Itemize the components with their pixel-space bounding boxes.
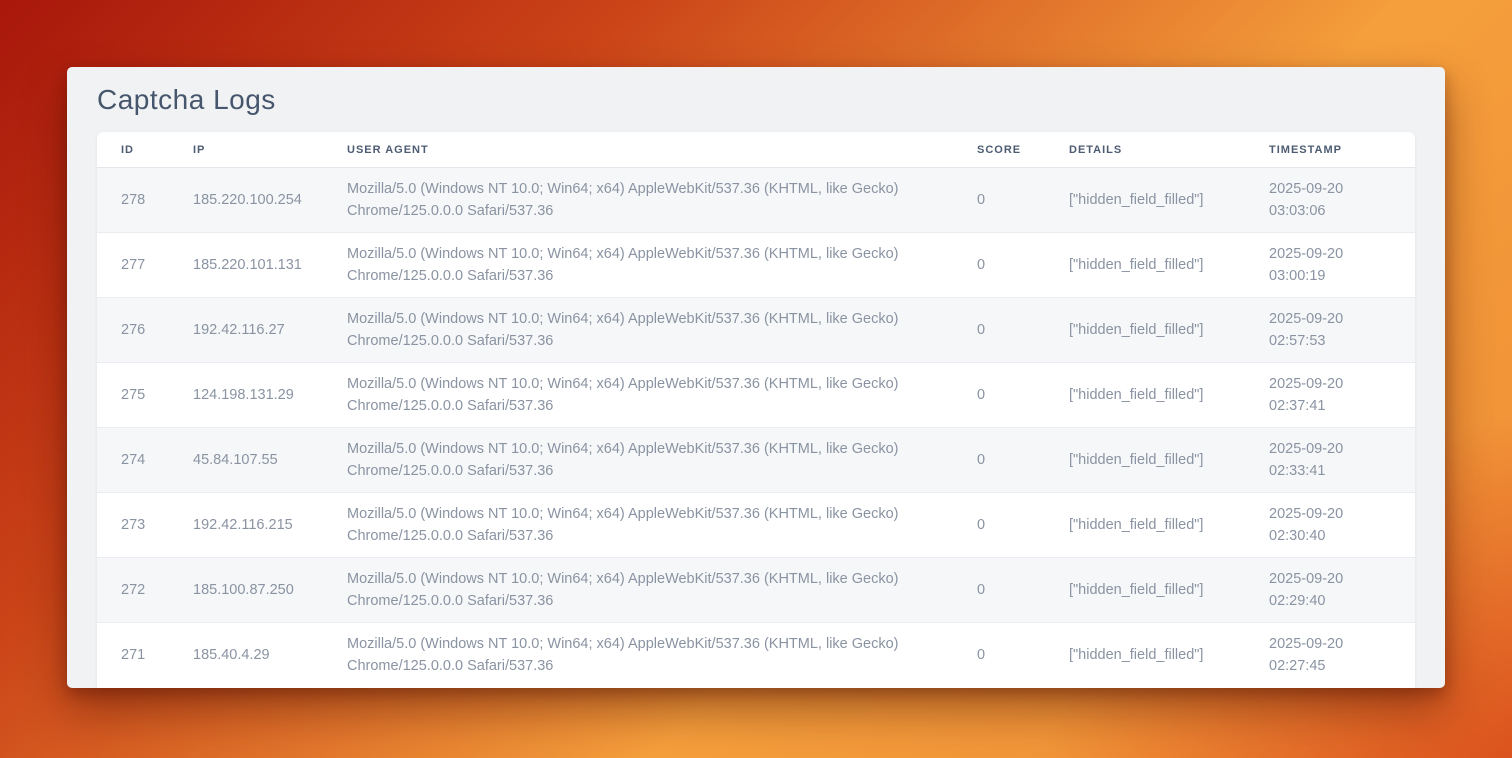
cell-timestamp: 2025-09-20 02:57:53 — [1245, 298, 1415, 363]
table-row: 276 192.42.116.27 Mozilla/5.0 (Windows N… — [97, 298, 1415, 363]
cell-details: ["hidden_field_filled"] — [1045, 623, 1245, 688]
cell-ip: 45.84.107.55 — [169, 428, 323, 493]
cell-timestamp: 2025-09-20 02:33:41 — [1245, 428, 1415, 493]
cell-details: ["hidden_field_filled"] — [1045, 428, 1245, 493]
cell-timestamp: 2025-09-20 02:27:45 — [1245, 623, 1415, 688]
cell-ip: 185.220.100.254 — [169, 168, 323, 233]
cell-details: ["hidden_field_filled"] — [1045, 233, 1245, 298]
cell-user-agent: Mozilla/5.0 (Windows NT 10.0; Win64; x64… — [323, 623, 953, 688]
cell-user-agent: Mozilla/5.0 (Windows NT 10.0; Win64; x64… — [323, 363, 953, 428]
cell-user-agent: Mozilla/5.0 (Windows NT 10.0; Win64; x64… — [323, 298, 953, 363]
cell-details: ["hidden_field_filled"] — [1045, 363, 1245, 428]
table-row: 275 124.198.131.29 Mozilla/5.0 (Windows … — [97, 363, 1415, 428]
cell-id: 275 — [97, 363, 169, 428]
cell-score: 0 — [953, 623, 1045, 688]
captcha-logs-table: ID IP USER AGENT SCORE DETAILS TIMESTAMP… — [97, 132, 1415, 688]
table-header-row: ID IP USER AGENT SCORE DETAILS TIMESTAMP — [97, 132, 1415, 168]
cell-id: 274 — [97, 428, 169, 493]
table-row: 278 185.220.100.254 Mozilla/5.0 (Windows… — [97, 168, 1415, 233]
cell-score: 0 — [953, 168, 1045, 233]
column-header-user-agent: USER AGENT — [323, 132, 953, 168]
table-row: 274 45.84.107.55 Mozilla/5.0 (Windows NT… — [97, 428, 1415, 493]
cell-details: ["hidden_field_filled"] — [1045, 558, 1245, 623]
cell-timestamp: 2025-09-20 02:30:40 — [1245, 493, 1415, 558]
cell-timestamp: 2025-09-20 02:29:40 — [1245, 558, 1415, 623]
cell-user-agent: Mozilla/5.0 (Windows NT 10.0; Win64; x64… — [323, 428, 953, 493]
cell-timestamp: 2025-09-20 03:00:19 — [1245, 233, 1415, 298]
page-title: Captcha Logs — [67, 67, 1445, 116]
table-row: 271 185.40.4.29 Mozilla/5.0 (Windows NT … — [97, 623, 1415, 688]
cell-ip: 192.42.116.215 — [169, 493, 323, 558]
cell-score: 0 — [953, 363, 1045, 428]
column-header-score: SCORE — [953, 132, 1045, 168]
cell-ip: 185.40.4.29 — [169, 623, 323, 688]
column-header-details: DETAILS — [1045, 132, 1245, 168]
cell-id: 278 — [97, 168, 169, 233]
captcha-logs-card: Captcha Logs ID IP USER AGENT SCORE DETA… — [67, 67, 1445, 688]
cell-user-agent: Mozilla/5.0 (Windows NT 10.0; Win64; x64… — [323, 493, 953, 558]
cell-details: ["hidden_field_filled"] — [1045, 168, 1245, 233]
cell-ip: 192.42.116.27 — [169, 298, 323, 363]
cell-timestamp: 2025-09-20 03:03:06 — [1245, 168, 1415, 233]
cell-score: 0 — [953, 233, 1045, 298]
table-row: 273 192.42.116.215 Mozilla/5.0 (Windows … — [97, 493, 1415, 558]
table-row: 277 185.220.101.131 Mozilla/5.0 (Windows… — [97, 233, 1415, 298]
cell-details: ["hidden_field_filled"] — [1045, 493, 1245, 558]
cell-user-agent: Mozilla/5.0 (Windows NT 10.0; Win64; x64… — [323, 168, 953, 233]
column-header-ip: IP — [169, 132, 323, 168]
captcha-logs-table-container: ID IP USER AGENT SCORE DETAILS TIMESTAMP… — [97, 132, 1415, 688]
cell-id: 277 — [97, 233, 169, 298]
column-header-id: ID — [97, 132, 169, 168]
cell-ip: 185.100.87.250 — [169, 558, 323, 623]
cell-ip: 124.198.131.29 — [169, 363, 323, 428]
cell-id: 272 — [97, 558, 169, 623]
cell-user-agent: Mozilla/5.0 (Windows NT 10.0; Win64; x64… — [323, 233, 953, 298]
table-header: ID IP USER AGENT SCORE DETAILS TIMESTAMP — [97, 132, 1415, 168]
table-body: 278 185.220.100.254 Mozilla/5.0 (Windows… — [97, 168, 1415, 688]
cell-score: 0 — [953, 493, 1045, 558]
cell-id: 271 — [97, 623, 169, 688]
cell-timestamp: 2025-09-20 02:37:41 — [1245, 363, 1415, 428]
cell-id: 276 — [97, 298, 169, 363]
cell-user-agent: Mozilla/5.0 (Windows NT 10.0; Win64; x64… — [323, 558, 953, 623]
cell-score: 0 — [953, 558, 1045, 623]
cell-details: ["hidden_field_filled"] — [1045, 298, 1245, 363]
cell-ip: 185.220.101.131 — [169, 233, 323, 298]
column-header-timestamp: TIMESTAMP — [1245, 132, 1415, 168]
cell-score: 0 — [953, 298, 1045, 363]
cell-id: 273 — [97, 493, 169, 558]
cell-score: 0 — [953, 428, 1045, 493]
table-row: 272 185.100.87.250 Mozilla/5.0 (Windows … — [97, 558, 1415, 623]
